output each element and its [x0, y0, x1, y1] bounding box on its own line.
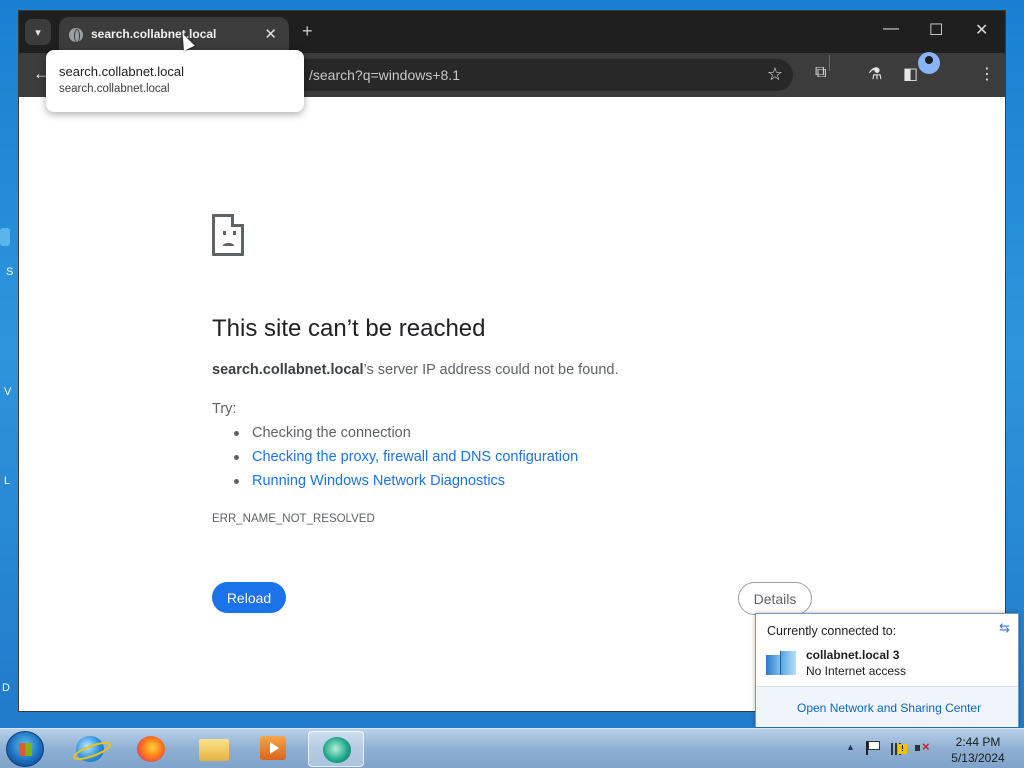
side-panel-icon[interactable]: ◧	[903, 64, 918, 84]
network-sharing-center-link[interactable]: Open Network and Sharing Center	[797, 701, 981, 715]
toolbar-separator	[829, 55, 830, 71]
network-flyout: Currently connected to: ⇆ collabnet.loca…	[755, 613, 1019, 727]
globe-icon	[69, 28, 83, 43]
suggestion-proxy-link[interactable]: Checking the proxy, firewall and DNS con…	[232, 447, 578, 471]
flask-icon[interactable]: ⚗	[868, 64, 882, 84]
star-icon[interactable]: ☆	[767, 64, 783, 85]
network-icon	[766, 651, 796, 675]
error-code: ERR_NAME_NOT_RESOLVED	[212, 513, 375, 525]
taskbar-active-app[interactable]	[308, 731, 364, 767]
teal-app-icon	[323, 737, 351, 763]
new-tab-button[interactable]: +	[302, 21, 313, 42]
folder-icon	[199, 739, 229, 761]
firefox-icon	[137, 736, 165, 762]
clock-date: 5/13/2024	[951, 751, 1005, 765]
tab-search-button[interactable]: ▾	[25, 19, 51, 45]
chevron-down-icon: ▾	[35, 26, 41, 39]
show-hidden-icons-chevron-icon[interactable]: ▲	[846, 742, 855, 752]
flyout-footer: Open Network and Sharing Center	[756, 686, 1018, 727]
more-vert-icon[interactable]: ⋮	[979, 64, 995, 84]
suggestion-check-connection: Checking the connection	[232, 423, 578, 447]
error-title: This site can’t be reached	[212, 315, 486, 342]
address-url: /search?q=windows+8.1	[309, 67, 460, 83]
media-player-icon	[260, 736, 286, 760]
avatar-icon[interactable]	[918, 52, 940, 74]
try-label: Try:	[212, 401, 237, 417]
title-bar: ▾ search.collabnet.local ✕ + — ☐ ✕	[19, 11, 1005, 53]
error-message: search.collabnet.local’s server IP addre…	[212, 362, 619, 378]
network-name: collabnet.local 3	[806, 648, 900, 662]
system-clock[interactable]: 2:44 PM 5/13/2024	[938, 734, 1018, 766]
error-message-suffix: ’s server IP address could not be found.	[363, 362, 619, 378]
action-center-flag-icon[interactable]	[866, 741, 880, 755]
tab-active[interactable]: search.collabnet.local ✕	[59, 17, 289, 53]
sad-page-icon	[212, 214, 244, 256]
minimize-button[interactable]: —	[883, 20, 899, 38]
clock-time: 2:44 PM	[955, 735, 1001, 749]
suggestion-diagnostics-link[interactable]: Running Windows Network Diagnostics	[232, 471, 578, 495]
tab-title: search.collabnet.local	[91, 27, 217, 41]
close-window-button[interactable]: ✕	[975, 20, 988, 40]
taskbar-firefox[interactable]	[123, 731, 179, 767]
desktop-icon-peek-1: S	[0, 228, 18, 278]
network-status: No Internet access	[806, 664, 907, 678]
refresh-icon[interactable]: ⇆	[999, 620, 1010, 636]
taskbar: ▲ 2:44 PM 5/13/2024	[0, 728, 1024, 768]
taskbar-file-explorer[interactable]	[185, 731, 241, 767]
hover-card-title: search.collabnet.local	[59, 64, 185, 79]
taskbar-media-player[interactable]	[246, 731, 302, 767]
internet-explorer-icon	[76, 736, 104, 762]
puzzle-icon[interactable]: ⧉	[815, 64, 826, 82]
browser-window: ▾ search.collabnet.local ✕ + — ☐ ✕ ← /se…	[18, 10, 1006, 712]
hover-card-domain: search.collabnet.local	[59, 83, 170, 95]
suggestion-list: Checking the connection Checking the pro…	[232, 423, 578, 495]
maximize-button[interactable]: ☐	[929, 20, 943, 40]
tab-hover-card: search.collabnet.local search.collabnet.…	[46, 50, 304, 112]
volume-muted-icon[interactable]	[915, 739, 930, 755]
taskbar-internet-explorer[interactable]	[62, 731, 118, 767]
details-button[interactable]: Details	[738, 582, 812, 615]
reload-button[interactable]: Reload	[212, 582, 286, 613]
error-host: search.collabnet.local	[212, 362, 364, 378]
close-icon[interactable]: ✕	[264, 25, 277, 43]
start-button[interactable]	[6, 731, 44, 767]
network-warning-icon[interactable]	[891, 741, 907, 755]
flyout-header: Currently connected to:	[767, 624, 897, 638]
